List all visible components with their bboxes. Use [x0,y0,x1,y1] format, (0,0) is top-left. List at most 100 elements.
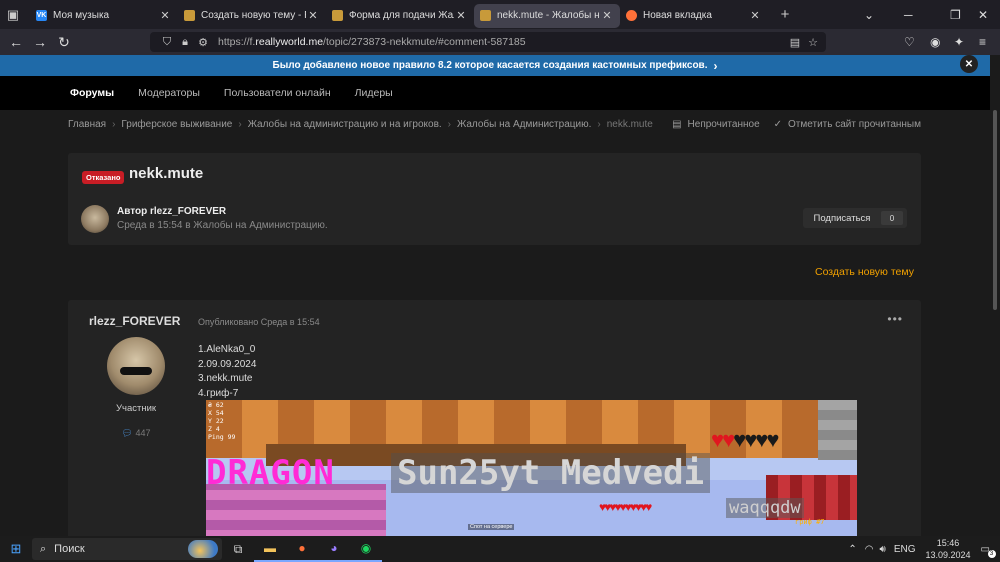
lock-icon[interactable]: 🔒︎ [176,36,194,49]
windows-start-icon[interactable]: ⊞ [0,536,32,562]
close-tab-icon[interactable]: ✕ [306,9,320,22]
notifications-icon[interactable]: ▭ 3 [981,544,996,558]
crumb-separator-icon: › [447,119,452,130]
nav-moderators[interactable]: Модераторы [138,87,200,99]
new-tab-button[interactable]: + [772,0,798,29]
player-nick-left: DRAGON [206,453,335,493]
tab-overflow-icon[interactable]: ⌄ [864,0,874,29]
vk-favicon-icon: VK [36,10,47,21]
minimize-icon[interactable]: ─ [904,0,913,29]
player-nick-center: Sun25yt Medvedi [391,453,711,493]
close-tab-icon[interactable]: ✕ [600,9,614,22]
crumb-home[interactable]: Главная [68,119,106,130]
firefox-icon[interactable]: ● [286,536,318,562]
post-date[interactable]: Опубликовано Среда в 15:54 [198,317,320,327]
tab-title: nekk.mute - Жалобы на Адми [497,10,600,21]
reader-view-icon[interactable]: ▤ [786,36,804,49]
site-favicon-icon [332,10,343,21]
author-avatar[interactable] [81,205,109,233]
tab-title: Моя музыка [53,10,110,21]
breadcrumb-actions: ▤ Непрочитанное ✓ Отметить сайт прочитанны… [672,119,921,130]
close-tab-icon[interactable]: ✕ [158,9,172,22]
tab-title: Форма для подачи Жалобы н [349,10,454,21]
close-tab-icon[interactable]: ✕ [748,9,762,22]
bookmark-star-icon[interactable]: ☆ [804,36,822,49]
clock[interactable]: 15:46 13.09.2024 [926,537,971,561]
network-icon[interactable]: ◠ [865,544,874,555]
tab-new-tab[interactable]: Новая вкладка ✕ [620,4,768,28]
extensions-icon[interactable]: ✦ [954,29,964,55]
hud-line: Y 22 [208,417,224,425]
nav-leaders[interactable]: Лидеры [355,87,393,99]
crumb-griefer-survival[interactable]: Гриферское выживание [121,119,232,130]
tab-nekk-mute[interactable]: nekk.mute - Жалобы на Адми ✕ [474,3,620,28]
post-author[interactable]: rlezz_FOREVER [89,314,180,328]
close-window-icon[interactable]: ✕ [978,0,988,29]
crumb-current: nekk.mute [606,119,653,130]
thread-header: Отказано nekk.mute Автор rlezz_FOREVER С… [68,153,921,245]
evidence-screenshot[interactable]: ₴ 62 X 54 Y 22 Z 4 Ping 99 DRAGON Sun25y… [206,400,857,536]
close-tab-icon[interactable]: ✕ [454,9,468,22]
url-text[interactable]: https://f.reallyworld.me/topic/273873-ne… [218,36,526,48]
close-announcement-icon[interactable]: ✕ [960,55,978,73]
crumb-admin-complaints[interactable]: Жалобы на Администрацию. [457,119,591,130]
post-line: 2.09.09.2024 [198,358,257,370]
hud-line: Ping 99 [208,433,236,441]
status-badge: Отказано [82,171,125,184]
tab-list-icon[interactable]: ▣ [0,0,26,29]
mark-read-label: Отметить сайт прочитанным [788,119,921,130]
crumb-complaints[interactable]: Жалобы на администрацию и на игроков. [248,119,442,130]
post-avatar[interactable] [107,337,165,395]
more-options-icon[interactable]: ••• [887,312,903,326]
subscribe-count: 0 [881,211,903,225]
show-hidden-icons-icon[interactable]: ⌃ [848,544,856,555]
search-label: Поиск [54,543,85,555]
comment-icon: 💬︎ [121,428,133,438]
reload-icon[interactable]: ↻ [52,34,76,51]
volume-icon[interactable]: 🔊︎ [880,544,886,555]
create-topic-button[interactable]: Создать новую тему [815,266,914,278]
clock-time: 15:46 [936,538,960,548]
tab-vk-music[interactable]: VK Моя музыка ✕ [30,4,178,28]
spotify-icon[interactable]: ◉ [350,536,382,562]
task-view-icon[interactable]: ⧉ [222,536,254,562]
browser-tab-bar: ▣ VK Моя музыка ✕ Создать новую тему - R… [0,0,1000,29]
player-nick-right: waqqqdw [726,498,804,518]
announcement-banner[interactable]: Было добавлено новое правило 8.2 которое… [0,55,990,76]
firefox-favicon-icon [626,10,637,21]
back-icon[interactable]: ← [4,34,28,50]
post-count: 💬︎ 447 [68,428,204,439]
user-role: Участник [115,403,157,414]
page-scrollbar[interactable] [990,55,1000,536]
file-explorer-icon[interactable]: ▬ [254,536,286,562]
nav-online-users[interactable]: Пользователи онлайн [224,87,331,99]
forward-icon[interactable]: → [28,34,52,50]
post-line: 4.гриф-7 [198,387,239,399]
shield-icon[interactable]: ⛉ [158,36,176,49]
breadcrumb: Главная › Гриферское выживание › Жалобы … [68,119,921,130]
crumb-separator-icon: › [238,119,242,130]
restore-icon[interactable]: ❐ [950,0,961,29]
tab-create-topic[interactable]: Создать новую тему - ReallyW ✕ [178,4,326,28]
discord-icon[interactable]: ◕ [318,536,350,562]
taskbar-search[interactable]: ⌕ Поиск [32,538,222,560]
thread-author[interactable]: Автор rlezz_FOREVER [117,206,226,217]
forum-nav: Форумы Модераторы Пользователи онлайн Ли… [0,76,990,110]
scrollbar-thumb[interactable] [993,110,997,310]
language-indicator[interactable]: ENG [894,544,916,555]
permissions-icon[interactable]: ⚙ [194,36,212,49]
pocket-icon[interactable]: ♡ [904,29,915,55]
mark-read-link[interactable]: ✓ Отметить сайт прочитанным [774,119,921,130]
unread-link[interactable]: ▤ Непрочитанное [672,119,760,130]
web-page: Было добавлено новое правило 8.2 которое… [0,55,990,536]
url-bar[interactable]: ⛉ 🔒︎ ⚙ https://f.reallyworld.me/topic/27… [150,32,826,52]
account-icon[interactable]: ◉ [930,29,940,55]
menu-icon[interactable]: ≡ [979,29,986,55]
tab-complaint-form[interactable]: Форма для подачи Жалобы н ✕ [326,4,474,28]
tab-title: Новая вкладка [643,10,712,21]
screenshot-stone [818,400,857,460]
post-line: 3.nekk.mute [198,373,253,384]
nav-forums[interactable]: Форумы [70,87,114,99]
subscribe-button[interactable]: Подписаться 0 [803,208,907,228]
crumb-separator-icon: › [597,119,601,130]
